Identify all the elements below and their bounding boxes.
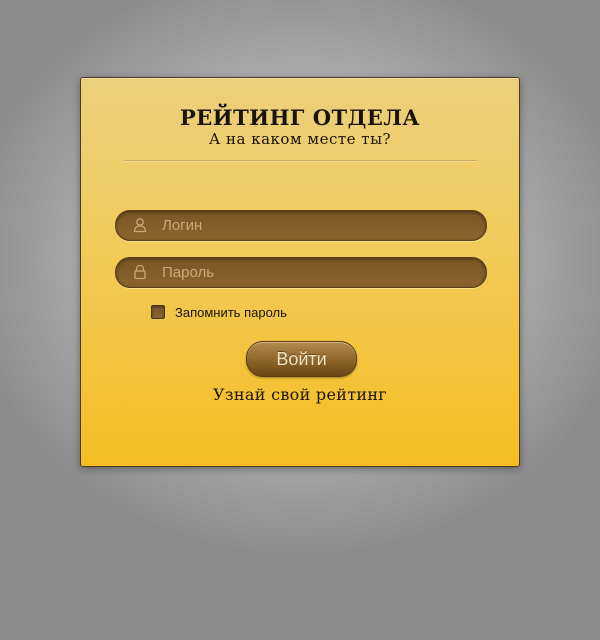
login-card: РЕЙТИНГ ОТДЕЛА А на каком месте ты? Запо… — [80, 77, 520, 467]
title-divider — [124, 160, 477, 162]
page-title: РЕЙТИНГ ОТДЕЛА — [179, 105, 421, 130]
password-field[interactable] — [115, 257, 487, 288]
page-subtitle: А на каком месте ты? — [208, 130, 392, 148]
user-icon — [132, 217, 148, 233]
login-button[interactable]: Войти — [246, 341, 357, 377]
rating-link[interactable]: Узнай свой рейтинг — [81, 385, 519, 404]
remember-row: Запомнить пароль — [151, 304, 287, 320]
login-input[interactable] — [162, 211, 472, 240]
remember-checkbox[interactable] — [151, 305, 165, 319]
remember-label[interactable]: Запомнить пароль — [175, 305, 287, 320]
lock-icon — [132, 264, 148, 280]
login-field[interactable] — [115, 210, 487, 241]
password-input[interactable] — [162, 258, 472, 287]
